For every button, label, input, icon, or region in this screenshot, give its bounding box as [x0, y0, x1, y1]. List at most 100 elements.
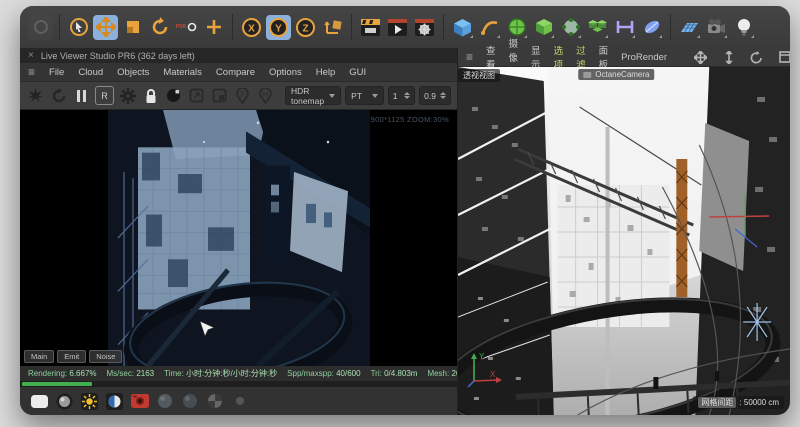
- camera-mini-icon: [583, 72, 591, 78]
- coordinate-system-icon[interactable]: [320, 15, 345, 40]
- cloner-icon[interactable]: [585, 15, 610, 40]
- flyout-corner: [697, 35, 700, 38]
- rotate-tool-icon[interactable]: [147, 15, 172, 40]
- psr-icon[interactable]: PSR: [174, 15, 199, 40]
- sphere-pass-icon[interactable]: [155, 392, 174, 411]
- viewport-scene[interactable]: 透视视图 OctaneCamera Y X: [458, 67, 790, 415]
- nurbs-leaf-icon[interactable]: [639, 15, 664, 40]
- sphere-pass-2-icon[interactable]: [180, 392, 199, 411]
- gamma-stepper[interactable]: 0.9: [419, 86, 451, 105]
- copy-region-icon[interactable]: [187, 86, 206, 105]
- spline-arrange-icon[interactable]: [612, 15, 637, 40]
- menu-compare[interactable]: Compare: [216, 67, 255, 78]
- render-pass-tabs: Main Emit Noise: [24, 350, 122, 363]
- sync-icon[interactable]: [49, 86, 68, 105]
- close-icon[interactable]: ×: [28, 50, 34, 61]
- camera-red-icon[interactable]: [130, 392, 149, 411]
- contrast-half-icon[interactable]: [105, 392, 124, 411]
- menu-burger-icon[interactable]: ≡: [28, 66, 35, 78]
- camera-label[interactable]: OctaneCamera: [578, 69, 654, 80]
- burst-star-icon[interactable]: [26, 86, 45, 105]
- focus-pin-button[interactable]: F: [233, 86, 252, 105]
- add-cube-icon[interactable]: [450, 15, 475, 40]
- render-active-view-icon[interactable]: [385, 15, 410, 40]
- render-view[interactable]: 900*1125 ZOOM:30% Main Emit Noise: [20, 110, 457, 366]
- pass-noise-button[interactable]: Noise: [89, 350, 122, 363]
- stepper-arrows-icon[interactable]: [440, 92, 446, 99]
- status-spp: Spp/maxspp: 40/600: [287, 369, 360, 378]
- kernel-value: PT: [351, 91, 362, 101]
- orbit-icon[interactable]: [749, 50, 764, 65]
- subdivision-surface-icon[interactable]: [504, 15, 529, 40]
- render-resolution-label: 900*1125 ZOOM:30%: [371, 115, 449, 124]
- move-tool-icon[interactable]: [93, 15, 118, 40]
- view-label: 透视视图: [458, 69, 500, 82]
- pen-spline-icon[interactable]: [477, 15, 502, 40]
- passes-stepper[interactable]: 1: [388, 86, 415, 105]
- flyout-corner: [659, 35, 662, 38]
- light-icon[interactable]: [731, 15, 756, 40]
- floor-icon[interactable]: [677, 15, 702, 40]
- status-mesh: Mesh: 268: [427, 369, 457, 378]
- content-row: × Live Viewer Studio PR6 (362 days left)…: [20, 48, 790, 415]
- axis-x-label: X: [490, 370, 496, 379]
- sun-brightness-icon[interactable]: [80, 392, 99, 411]
- flyout-corner: [751, 35, 754, 38]
- menu-gui[interactable]: GUI: [349, 67, 366, 78]
- main-toolbar: PSR X Y Z: [20, 6, 790, 48]
- menu-materials[interactable]: Materials: [163, 67, 202, 78]
- flyout-corner: [470, 35, 473, 38]
- tonemap-value: HDR tonemap: [291, 86, 324, 106]
- select-tool-icon[interactable]: [66, 15, 91, 40]
- tonemap-select[interactable]: HDR tonemap: [285, 86, 341, 105]
- restart-render-button[interactable]: R: [95, 86, 114, 105]
- pie-region-icon[interactable]: [205, 392, 224, 411]
- pick-sphere-icon[interactable]: [164, 86, 183, 105]
- volume-cube-icon[interactable]: [531, 15, 556, 40]
- menu-options[interactable]: Options: [269, 67, 302, 78]
- pass-emit-button[interactable]: Emit: [57, 350, 86, 363]
- undo-icon[interactable]: [28, 15, 53, 40]
- kernel-select[interactable]: PT: [345, 86, 384, 105]
- axis-y-button[interactable]: Y: [266, 15, 291, 40]
- menu-help[interactable]: Help: [316, 67, 336, 78]
- menu-cloud[interactable]: Cloud: [78, 67, 103, 78]
- render-view-icon[interactable]: [358, 15, 383, 40]
- add-crosshair-icon[interactable]: [201, 15, 226, 40]
- deformer-icon[interactable]: [558, 15, 583, 40]
- maximize-icon[interactable]: [777, 50, 790, 65]
- dot-small-icon[interactable]: [230, 392, 249, 411]
- grid-spacing-label: 网格间距 : 50000 cm: [693, 396, 784, 409]
- toolbar-separator: [443, 14, 444, 40]
- render-statusbar: Rendering: 6.667% Ms/sec: 2163 Time: 小时:…: [20, 366, 457, 381]
- stepper-arrows-icon[interactable]: [404, 92, 410, 99]
- grid-spacing-title: 网格间距: [698, 397, 736, 408]
- render-progressbar: [20, 381, 457, 387]
- pass-main-button[interactable]: Main: [24, 350, 54, 363]
- flyout-corner: [551, 35, 554, 38]
- camera-icon[interactable]: [704, 15, 729, 40]
- viewport-burger-icon[interactable]: ≡: [466, 51, 473, 63]
- vp-menu-prorender[interactable]: ProRender: [621, 52, 667, 63]
- passes-value: 1: [393, 91, 398, 101]
- svg-text:X: X: [248, 23, 255, 34]
- film-panel-icon[interactable]: [30, 392, 49, 411]
- material-ball-icon[interactable]: [55, 392, 74, 411]
- menu-file[interactable]: File: [49, 67, 64, 78]
- save-region-icon[interactable]: [210, 86, 229, 105]
- svg-text:H: H: [263, 91, 268, 98]
- menu-objects[interactable]: Objects: [117, 67, 149, 78]
- dolly-icon[interactable]: [721, 50, 736, 65]
- settings-gear-icon[interactable]: [118, 86, 137, 105]
- pause-button[interactable]: [72, 86, 91, 105]
- material-pin-button[interactable]: H: [256, 86, 275, 105]
- status-time: Time: 小时:分钟:秒/小时:分钟:秒: [164, 368, 277, 379]
- svg-text:F: F: [240, 91, 244, 98]
- lock-icon[interactable]: [141, 86, 160, 105]
- pan-icon[interactable]: [693, 50, 708, 65]
- scale-tool-icon[interactable]: [120, 15, 145, 40]
- axis-x-button[interactable]: X: [239, 15, 264, 40]
- axis-z-button[interactable]: Z: [293, 15, 318, 40]
- toolbar-separator: [59, 14, 60, 40]
- render-settings-icon[interactable]: [412, 15, 437, 40]
